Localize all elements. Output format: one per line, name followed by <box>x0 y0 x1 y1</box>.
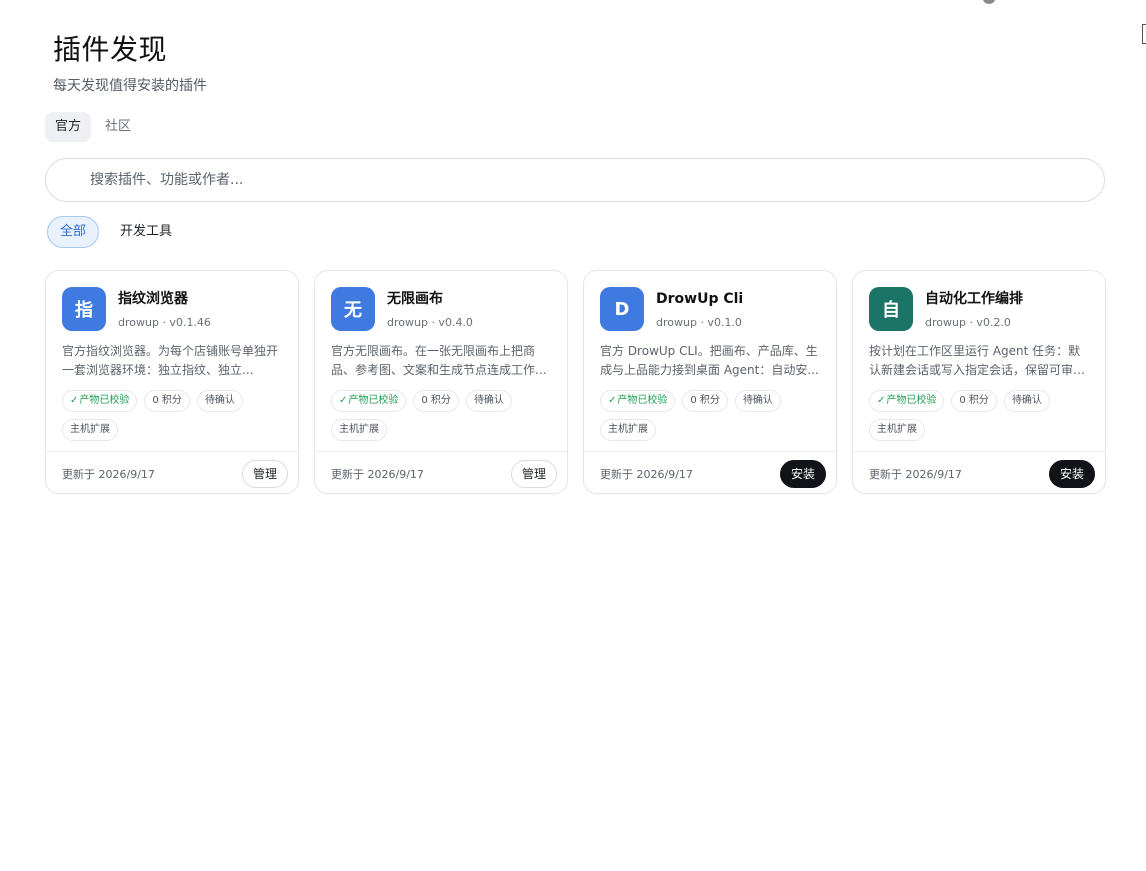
plugin-meta: 自动化工作编排 drowup · v0.2.0 <box>925 287 1023 331</box>
updated-date: 更新于 2026/9/17 <box>62 467 155 481</box>
updated-date: 更新于 2026/9/17 <box>869 467 962 481</box>
install-button[interactable]: 安装 <box>779 459 826 488</box>
check-icon: ✓ <box>70 395 79 406</box>
plugin-name: DrowUp Cli <box>656 291 744 307</box>
plugin-description: 官方 DrowUp CLI。把画布、产品库、生成与上品能力接到桌面 Agent：… <box>600 344 819 377</box>
plugin-tags: ✓产物已校验 0 积分 待确认 主机扩展 <box>600 390 826 441</box>
install-button[interactable]: 安装 <box>1048 459 1095 488</box>
plugin-description: 官方无限画布。在一张无限画布上把商品、参考图、文案和生成节点连成工作... <box>331 344 547 377</box>
points-badge: 0 积分 <box>413 390 459 412</box>
page-title: 插件发现 <box>53 33 168 66</box>
plugin-card-footer: 更新于 2026/9/17 管理 <box>315 451 567 495</box>
verified-label: 产物已校验 <box>348 395 399 406</box>
plugin-card-footer: 更新于 2026/9/17 管理 <box>46 451 298 495</box>
verified-label: 产物已校验 <box>79 395 130 406</box>
tab-official[interactable]: 官方 <box>45 112 91 142</box>
check-icon: ✓ <box>608 395 617 406</box>
plugin-author-version: drowup · v0.4.0 <box>387 316 473 329</box>
plugin-icon: 指 <box>62 287 106 331</box>
manage-button[interactable]: 管理 <box>510 459 557 488</box>
plugin-meta: DrowUp Cli drowup · v0.1.0 <box>656 287 743 331</box>
plugin-meta: 无限画布 drowup · v0.4.0 <box>387 287 473 331</box>
tab-community[interactable]: 社区 <box>97 112 139 142</box>
plugin-card[interactable]: 无 无限画布 drowup · v0.4.0 官方无限画布。在一张无限画布上把商… <box>314 270 568 494</box>
plugin-tags: ✓产物已校验 0 积分 待确认 主机扩展 <box>62 390 288 441</box>
plugin-author-version: drowup · v0.1.0 <box>656 316 742 329</box>
plugin-icon: D <box>600 287 644 331</box>
plugin-name: 无限画布 <box>387 291 443 307</box>
plugin-icon: 自 <box>869 287 913 331</box>
plugin-card[interactable]: 指 指纹浏览器 drowup · v0.1.46 官方指纹浏览器。为每个店铺账号… <box>45 270 299 494</box>
page-header: 插件发现 每天发现值得安装的插件 <box>53 33 207 95</box>
page-subtitle: 每天发现值得安装的插件 <box>53 78 207 94</box>
search-box <box>45 158 1105 202</box>
source-tabs: 官方 社区 <box>45 112 139 142</box>
type-badge: 主机扩展 <box>869 419 925 441</box>
check-icon: ✓ <box>339 395 348 406</box>
filter-dev-tools[interactable]: 开发工具 <box>107 216 185 248</box>
plugin-name: 自动化工作编排 <box>925 291 1023 307</box>
type-badge: 主机扩展 <box>600 419 656 441</box>
status-badge: 待确认 <box>1003 390 1050 412</box>
plugin-card-header: 无 无限画布 drowup · v0.4.0 <box>331 287 473 331</box>
status-badge: 待确认 <box>196 390 243 412</box>
filter-all[interactable]: 全部 <box>47 216 100 248</box>
updated-date: 更新于 2026/9/17 <box>600 467 693 481</box>
verified-badge: ✓产物已校验 <box>331 390 407 412</box>
plugin-description: 官方指纹浏览器。为每个店铺账号单独开一套浏览器环境：独立指纹、独立... <box>62 344 279 377</box>
plugin-card-header: D DrowUp Cli drowup · v0.1.0 <box>600 287 743 331</box>
points-badge: 0 积分 <box>951 390 997 412</box>
plugin-card-footer: 更新于 2026/9/17 安装 <box>853 451 1105 495</box>
manage-button[interactable]: 管理 <box>241 459 288 488</box>
plugin-author-version: drowup · v0.2.0 <box>925 316 1011 329</box>
points-badge: 0 积分 <box>682 390 728 412</box>
window-indicator-icon <box>983 0 995 4</box>
plugin-meta: 指纹浏览器 drowup · v0.1.46 <box>118 287 211 331</box>
check-icon: ✓ <box>877 395 886 406</box>
verified-badge: ✓产物已校验 <box>869 390 945 412</box>
type-badge: 主机扩展 <box>62 419 118 441</box>
plugin-card-header: 自 自动化工作编排 drowup · v0.2.0 <box>869 287 1023 331</box>
plugin-description: 按计划在工作区里运行 Agent 任务：默认新建会话或写入指定会话，保留可审计.… <box>869 344 1081 377</box>
category-filters: 全部 开发工具 <box>47 216 185 248</box>
status-badge: 待确认 <box>734 390 781 412</box>
plugin-card-grid: 指 指纹浏览器 drowup · v0.1.46 官方指纹浏览器。为每个店铺账号… <box>45 270 1106 494</box>
points-badge: 0 积分 <box>144 390 190 412</box>
type-badge: 主机扩展 <box>331 419 387 441</box>
updated-date: 更新于 2026/9/17 <box>331 467 424 481</box>
plugin-discovery-page: 插件发现 每天发现值得安装的插件 官方 社区 全部 开发工具 指 指纹浏览器 d… <box>0 0 1146 871</box>
verified-label: 产物已校验 <box>617 395 668 406</box>
plugin-card[interactable]: D DrowUp Cli drowup · v0.1.0 官方 DrowUp C… <box>583 270 837 494</box>
plugin-tags: ✓产物已校验 0 积分 待确认 主机扩展 <box>331 390 557 441</box>
plugin-card[interactable]: 自 自动化工作编排 drowup · v0.2.0 按计划在工作区里运行 Age… <box>852 270 1106 494</box>
plugin-author-version: drowup · v0.1.46 <box>118 316 211 329</box>
verified-badge: ✓产物已校验 <box>600 390 676 412</box>
plugin-card-footer: 更新于 2026/9/17 安装 <box>584 451 836 495</box>
plugin-name: 指纹浏览器 <box>118 291 188 307</box>
search-input[interactable] <box>46 159 1104 201</box>
plugin-tags: ✓产物已校验 0 积分 待确认 主机扩展 <box>869 390 1095 441</box>
plugin-card-header: 指 指纹浏览器 drowup · v0.1.46 <box>62 287 211 331</box>
status-badge: 待确认 <box>465 390 512 412</box>
verified-label: 产物已校验 <box>886 395 937 406</box>
window-edge-icon <box>1142 24 1146 44</box>
verified-badge: ✓产物已校验 <box>62 390 138 412</box>
plugin-icon: 无 <box>331 287 375 331</box>
